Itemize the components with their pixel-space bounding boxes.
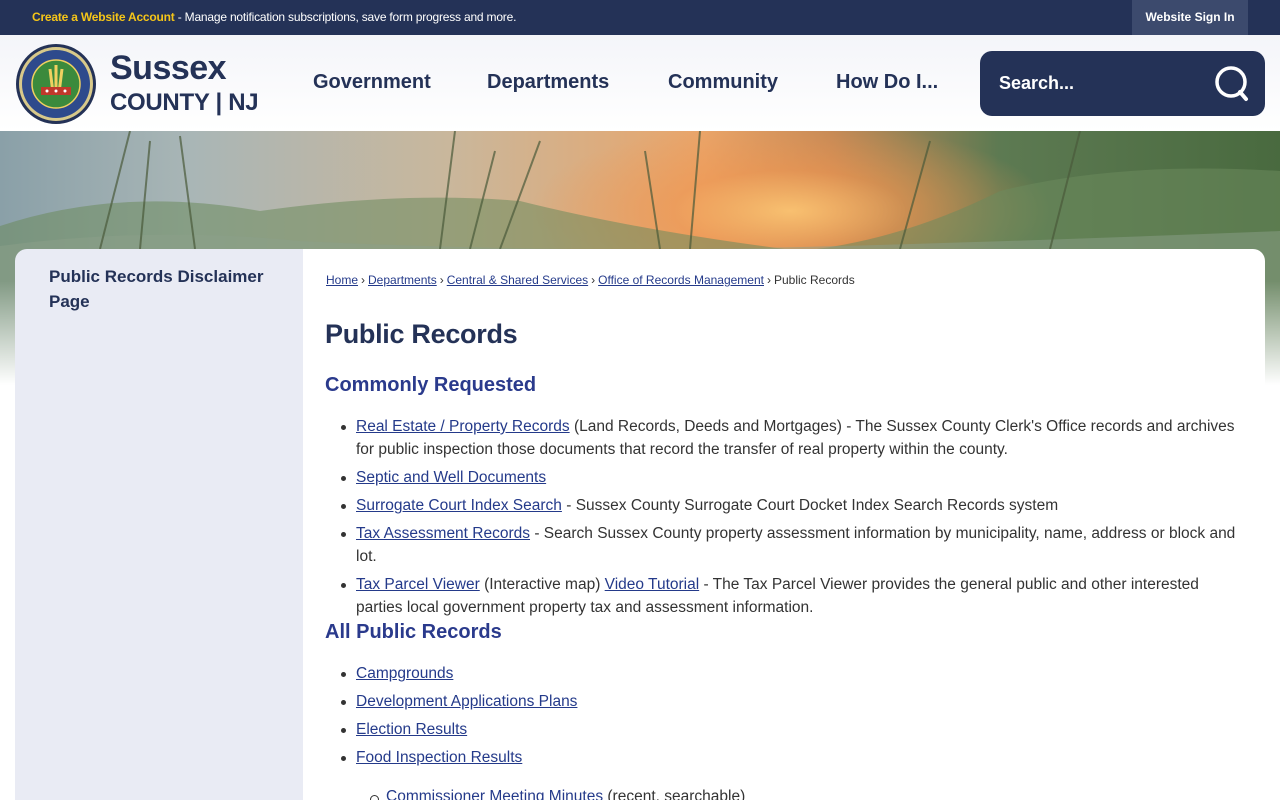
sidebar-item-public-records-disclaimer[interactable]: Public Records Disclaimer Page — [49, 264, 279, 314]
list-item: Real Estate / Property Records (Land Rec… — [326, 415, 1246, 461]
account-message: Create a Website Account - Manage notifi… — [32, 10, 516, 24]
nav-how-do-i[interactable]: How Do I... — [836, 71, 938, 94]
election-results-link[interactable]: Election Results — [356, 721, 467, 738]
site-header: Sussex COUNTY | NJ Government Department… — [0, 35, 1280, 131]
breadcrumb-current: Public Records — [774, 273, 855, 287]
search-box[interactable]: Search... — [980, 51, 1265, 116]
list-item: Campgrounds — [326, 662, 1246, 685]
septic-well-documents-link[interactable]: Septic and Well Documents — [356, 469, 546, 486]
all-public-records-list: Campgrounds Development Applications Pla… — [326, 662, 1246, 774]
nav-departments[interactable]: Departments — [487, 71, 609, 94]
food-inspection-results-link[interactable]: Food Inspection Results — [356, 749, 522, 766]
nav-community[interactable]: Community — [668, 71, 778, 94]
list-item-description: (Interactive map) — [479, 576, 605, 593]
page-title: Public Records — [325, 319, 518, 349]
search-input[interactable]: Search... — [999, 73, 1074, 94]
top-utility-bar: Create a Website Account - Manage notifi… — [0, 0, 1280, 35]
real-estate-records-link[interactable]: Real Estate / Property Records — [356, 418, 570, 435]
list-item: Surrogate Court Index Search - Sussex Co… — [326, 494, 1246, 517]
create-account-link[interactable]: Create a Website Account — [32, 10, 175, 24]
breadcrumb-home[interactable]: Home — [326, 273, 358, 287]
section-heading-commonly-requested: Commonly Requested — [325, 374, 537, 396]
commonly-requested-list: Real Estate / Property Records (Land Rec… — [326, 415, 1246, 619]
county-seal-logo[interactable] — [15, 43, 97, 125]
breadcrumb-separator: › — [767, 273, 771, 287]
sub-records-list: Commissioner Meeting Minutes (recent, se… — [326, 785, 1246, 800]
tax-assessment-records-link[interactable]: Tax Assessment Records — [356, 525, 530, 542]
breadcrumb-office-records-management[interactable]: Office of Records Management — [598, 273, 764, 287]
search-icon[interactable] — [1212, 65, 1250, 103]
breadcrumb-separator: › — [591, 273, 596, 287]
list-item: Tax Parcel Viewer (Interactive map) Vide… — [326, 573, 1246, 619]
campgrounds-link[interactable]: Campgrounds — [356, 665, 453, 682]
website-sign-in-button[interactable]: Website Sign In — [1132, 0, 1248, 35]
breadcrumb: Home › Departments › Central & Shared Servic… — [326, 273, 855, 287]
list-item-description: - Sussex County Surrogate Court Docket I… — [561, 497, 1059, 514]
logo-text-county[interactable]: COUNTY | NJ — [110, 89, 259, 117]
list-item: Septic and Well Documents — [326, 466, 1246, 489]
account-message-text: - Manage notification subscriptions, sav… — [174, 10, 517, 24]
development-applications-plans-link[interactable]: Development Applications Plans — [356, 693, 577, 710]
breadcrumb-departments[interactable]: Departments — [368, 273, 437, 287]
list-item: Commissioner Meeting Minutes (recent, se… — [326, 785, 1246, 800]
list-item: Election Results — [326, 718, 1246, 741]
sidebar: Public Records Disclaimer Page — [15, 249, 303, 800]
breadcrumb-separator: › — [361, 273, 366, 287]
list-item: Development Applications Plans — [326, 690, 1246, 713]
list-item: Tax Assessment Records - Search Sussex C… — [326, 522, 1246, 568]
surrogate-court-index-link[interactable]: Surrogate Court Index Search — [356, 497, 562, 514]
breadcrumb-central-shared-services[interactable]: Central & Shared Services — [447, 273, 588, 287]
commissioner-meeting-minutes-link[interactable]: Commissioner Meeting Minutes — [386, 788, 603, 800]
logo-text-sussex[interactable]: Sussex — [110, 49, 227, 88]
list-item: Food Inspection Results — [326, 746, 1246, 769]
section-heading-all-public-records: All Public Records — [325, 621, 502, 643]
main-content: Home › Departments › Central & Shared Servic… — [303, 249, 1265, 800]
list-item-description: (recent, searchable) — [603, 788, 746, 800]
tax-parcel-viewer-link[interactable]: Tax Parcel Viewer — [356, 576, 480, 593]
video-tutorial-link[interactable]: Video Tutorial — [605, 576, 700, 593]
nav-government[interactable]: Government — [313, 71, 431, 94]
breadcrumb-separator: › — [439, 273, 444, 287]
